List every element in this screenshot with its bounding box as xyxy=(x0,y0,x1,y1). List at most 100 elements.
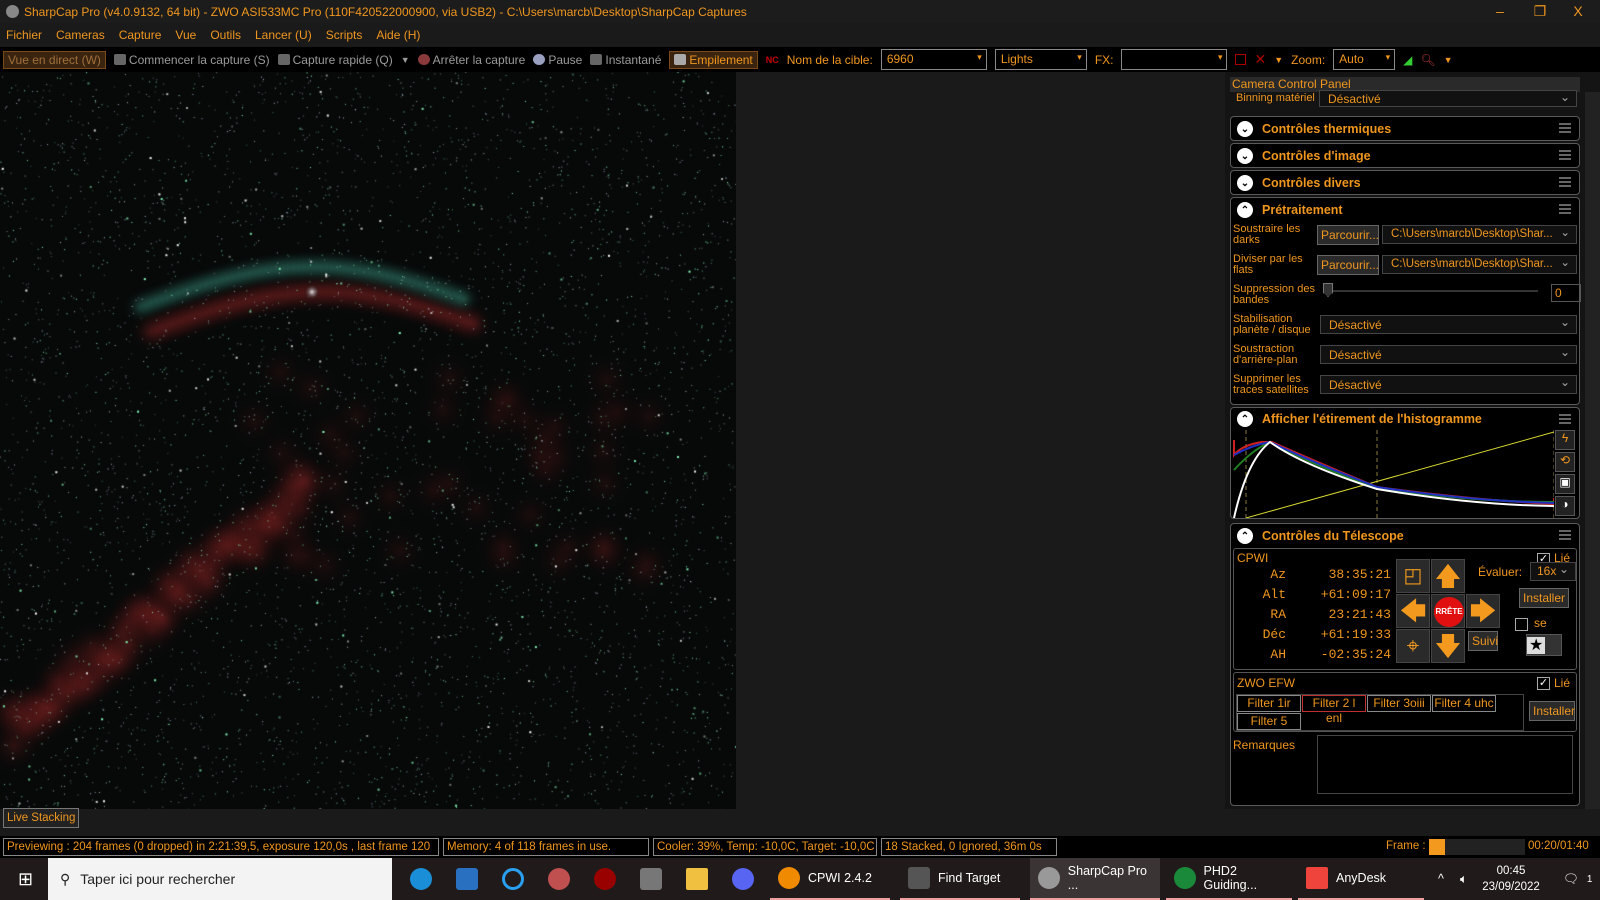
taskbar-app-phd2[interactable]: PHD2 Guiding... xyxy=(1166,858,1292,900)
menu-capture[interactable]: Capture xyxy=(119,28,162,42)
close-button[interactable]: X xyxy=(1558,0,1598,23)
taskbar-app-sharpcap[interactable]: SharpCap Pro ... xyxy=(1030,858,1160,900)
taskbar-app-anydesk[interactable]: AnyDesk xyxy=(1298,858,1424,900)
home-target-icon[interactable]: ⌖ xyxy=(1396,629,1430,663)
menu-cameras[interactable]: Cameras xyxy=(56,28,105,42)
contrast-icon[interactable]: ◑ xyxy=(1555,496,1575,516)
taskbar-app-find-target[interactable]: Find Target xyxy=(900,858,1020,900)
stabilization-dropdown[interactable]: Désactivé xyxy=(1320,315,1577,334)
image-viewer[interactable] xyxy=(0,72,1225,809)
satellites-dropdown[interactable]: Désactivé xyxy=(1320,375,1577,394)
start-capture-button[interactable]: Commencer la capture (S) xyxy=(113,53,270,67)
tools-dropdown-icon[interactable]: ▼ xyxy=(1444,55,1453,65)
clock[interactable]: 00:45 23/09/2022 xyxy=(1478,863,1544,895)
menu-aide[interactable]: Aide (H) xyxy=(376,28,420,42)
pinned-app[interactable] xyxy=(494,858,524,900)
flats-path-dropdown[interactable]: C:\Users\marcb\Desktop\Shar... xyxy=(1382,255,1577,274)
minimize-button[interactable]: – xyxy=(1480,0,1520,23)
histogram-icon[interactable]: ◢ xyxy=(1403,53,1412,67)
volume-icon[interactable]: 🔈︎ xyxy=(1452,858,1468,900)
live-stack-image[interactable] xyxy=(0,72,736,809)
target-name-combo[interactable]: 6960 xyxy=(880,49,987,70)
start-button[interactable]: ⊞ xyxy=(10,858,40,900)
snapshot-button[interactable]: Instantané xyxy=(590,53,661,67)
auto-stretch-icon[interactable]: ϟ xyxy=(1555,430,1575,450)
efw-setup-button[interactable]: Installer xyxy=(1529,701,1575,721)
banding-value[interactable]: 0 xyxy=(1551,284,1581,302)
expand-chevron-icon[interactable]: ⌄ xyxy=(1237,148,1253,164)
zoom-combo[interactable]: Auto xyxy=(1333,49,1396,70)
menu-icon[interactable] xyxy=(1559,150,1571,160)
histogram-stretch-graph[interactable] xyxy=(1232,430,1554,518)
browse-flats-button[interactable]: Parcourir... xyxy=(1317,255,1379,275)
collapse-chevron-icon[interactable]: ⌃ xyxy=(1237,528,1253,544)
menu-icon[interactable] xyxy=(1559,177,1571,187)
menu-lancer[interactable]: Lancer (U) xyxy=(255,28,312,42)
menu-icon[interactable] xyxy=(1559,204,1571,214)
stacking-button[interactable]: Empilement xyxy=(669,50,758,69)
binning-dropdown[interactable]: Désactivé xyxy=(1319,90,1577,107)
tray-chevron-icon[interactable]: ^ xyxy=(1430,858,1444,900)
background-dropdown[interactable]: Désactivé xyxy=(1320,345,1577,364)
arrow-up-button[interactable]: 🡅 xyxy=(1431,559,1465,593)
filter-button[interactable]: Filter 5 xyxy=(1237,713,1301,730)
goto-spiral-icon[interactable]: ◰ xyxy=(1396,559,1430,593)
pinned-discord[interactable] xyxy=(724,858,754,900)
expand-chevron-icon[interactable]: ⌄ xyxy=(1237,175,1253,191)
fx-combo[interactable] xyxy=(1121,49,1228,70)
magnifier-icon[interactable]: 🔍︎ xyxy=(1420,53,1435,67)
menu-icon[interactable] xyxy=(1559,414,1571,424)
pinned-edge[interactable] xyxy=(402,858,432,900)
arrow-right-button[interactable]: 🡆 xyxy=(1466,594,1500,628)
banding-slider-thumb[interactable] xyxy=(1323,283,1333,297)
menu-outils[interactable]: Outils xyxy=(210,28,241,42)
menu-icon[interactable] xyxy=(1559,123,1571,133)
taskbar-app-cpwi[interactable]: CPWI 2.4.2 xyxy=(770,858,890,900)
section-image[interactable]: ⌄ Contrôles d'image xyxy=(1230,143,1580,168)
menu-scripts[interactable]: Scripts xyxy=(326,28,363,42)
filter-button-selected[interactable]: Filter 2 l enl xyxy=(1302,695,1366,725)
save-icon[interactable]: ▣ xyxy=(1555,474,1575,494)
section-misc[interactable]: ⌄ Contrôles divers xyxy=(1230,170,1580,195)
search-box[interactable]: ⚲ Taper ici pour rechercher xyxy=(48,858,392,900)
reset-icon[interactable]: ⟲ xyxy=(1555,452,1575,472)
star-dropdown[interactable]: ★ xyxy=(1526,634,1562,656)
tracking-button[interactable]: Suivi xyxy=(1468,631,1498,651)
filter-button[interactable]: Filter 4 uhc xyxy=(1432,695,1496,712)
pinned-app[interactable] xyxy=(448,858,478,900)
menu-fichier[interactable]: Fichier xyxy=(6,28,42,42)
section-thermal[interactable]: ⌄ Contrôles thermiques xyxy=(1230,116,1580,141)
pinned-app[interactable] xyxy=(586,858,616,900)
filter-button[interactable]: Filter 3oiii xyxy=(1367,695,1431,712)
pause-button[interactable]: Pause xyxy=(533,53,582,67)
quick-capture-button[interactable]: Capture rapide (Q) xyxy=(277,53,393,67)
quick-capture-dropdown-icon[interactable]: ▼ xyxy=(401,55,410,65)
filter-button[interactable]: Filter 1ir xyxy=(1237,695,1301,712)
darks-path-dropdown[interactable]: C:\Users\marcb\Desktop\Shar... xyxy=(1382,225,1577,244)
expand-chevron-icon[interactable]: ⌄ xyxy=(1237,121,1253,137)
live-view-button[interactable]: Vue en direct (W) xyxy=(3,50,106,69)
notifications-button[interactable]: 🗨︎ 1 xyxy=(1555,858,1592,900)
rate-dropdown[interactable]: 16x xyxy=(1530,562,1576,581)
roi-icon[interactable] xyxy=(1235,54,1247,65)
crosshair-icon[interactable]: ✕ xyxy=(1254,51,1266,68)
mount-setup-button[interactable]: Installer xyxy=(1519,588,1569,608)
pinned-app[interactable] xyxy=(632,858,662,900)
park-checkbox[interactable] xyxy=(1515,618,1528,631)
browse-darks-button[interactable]: Parcourir... xyxy=(1317,225,1379,245)
overlay-dropdown-icon[interactable]: ▼ xyxy=(1274,55,1283,65)
pinned-app[interactable] xyxy=(540,858,570,900)
nc-icon[interactable]: NC xyxy=(766,55,779,65)
notes-textarea[interactable] xyxy=(1317,735,1573,794)
stop-capture-button[interactable]: Arrêter la capture xyxy=(417,53,525,67)
menu-icon[interactable] xyxy=(1559,530,1571,540)
pinned-explorer[interactable] xyxy=(678,858,708,900)
maximize-button[interactable]: ❐ xyxy=(1520,0,1560,23)
panel-scrollbar[interactable] xyxy=(1585,92,1600,810)
collapse-chevron-icon[interactable]: ⌃ xyxy=(1237,202,1253,218)
arrow-down-button[interactable]: 🡇 xyxy=(1431,629,1465,663)
efw-linked-checkbox[interactable]: ✓ xyxy=(1537,677,1550,690)
menu-vue[interactable]: Vue xyxy=(175,28,196,42)
arrow-left-button[interactable]: 🡄 xyxy=(1396,594,1430,628)
banding-slider[interactable] xyxy=(1323,290,1538,292)
